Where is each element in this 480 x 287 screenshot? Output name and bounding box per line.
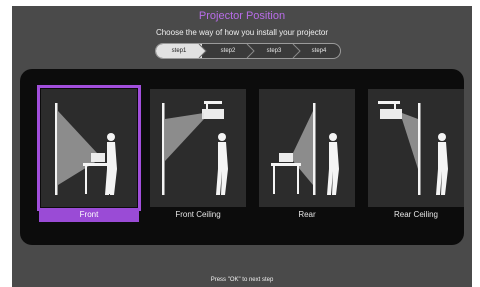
step-4: step4 bbox=[311, 48, 327, 54]
option-front[interactable] bbox=[37, 85, 141, 211]
rear-ceiling-projector-icon bbox=[378, 101, 448, 195]
option-rear[interactable] bbox=[259, 89, 355, 207]
option-label-front-ceiling: Front Ceiling bbox=[175, 210, 221, 219]
step-1: step1 bbox=[156, 44, 202, 58]
option-label-rear: Rear bbox=[298, 210, 316, 219]
step-3: step3 bbox=[266, 48, 282, 54]
page-title: Projector Position bbox=[198, 10, 286, 22]
projector-position-screen: Projector Position Choose the way of how… bbox=[12, 6, 472, 287]
option-label-rear-ceiling: Rear Ceiling bbox=[393, 210, 439, 219]
footer-hint: Press "OK" to next step bbox=[210, 277, 274, 283]
position-options-panel: Front Front Ceiling Rear Rear Ceiling bbox=[20, 69, 464, 245]
option-rear-ceiling[interactable] bbox=[368, 89, 464, 207]
step-indicator: step1 step2 step3 step4 bbox=[155, 43, 341, 59]
front-table-projector-icon bbox=[55, 103, 117, 195]
option-label-front: Front bbox=[39, 208, 139, 222]
front-ceiling-projector-icon bbox=[162, 101, 228, 195]
step-2: step2 bbox=[220, 48, 236, 54]
rear-table-projector-icon bbox=[271, 103, 339, 195]
option-front-ceiling[interactable] bbox=[150, 89, 246, 207]
page-subtitle: Choose the way of how you install your p… bbox=[155, 28, 329, 37]
